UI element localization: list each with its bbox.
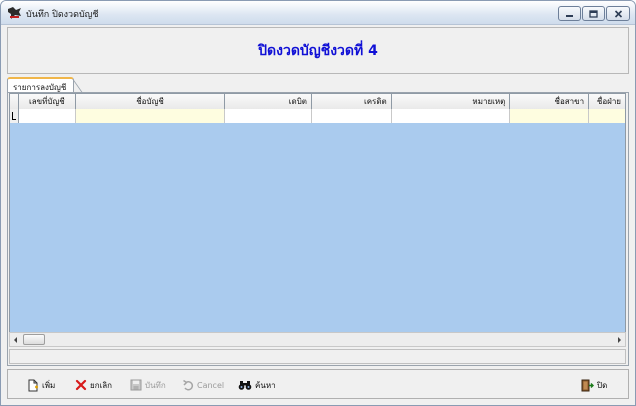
title-bar[interactable]: บันทึก ปิดงวดบัญชี <box>1 1 635 25</box>
close-button[interactable]: ปิด <box>581 377 607 393</box>
cell-remark[interactable] <box>391 109 511 123</box>
column-header-branch-name[interactable]: ชื่อสาขา <box>510 94 590 109</box>
column-header-account-name[interactable]: ชื่อบัญชี <box>75 94 226 109</box>
close-icon <box>614 9 622 18</box>
status-strip <box>9 349 626 364</box>
add-button-label: เพิ่ม <box>42 380 56 390</box>
exit-door-icon <box>581 379 594 391</box>
cell-department-name <box>589 109 625 123</box>
table-row[interactable] <box>10 109 625 123</box>
horizontal-scrollbar[interactable] <box>9 332 626 347</box>
add-button[interactable]: เพิ่ม <box>27 377 55 393</box>
save-disk-icon <box>130 379 142 391</box>
cell-account-name <box>75 109 226 123</box>
cell-branch-name <box>510 109 590 123</box>
delete-x-icon <box>75 379 87 391</box>
form-title: ปิดงวดบัญชีงวดที่ 4 <box>258 43 378 59</box>
current-row-icon <box>12 112 16 120</box>
undo-icon <box>183 379 194 391</box>
minimize-icon <box>566 14 573 17</box>
scroll-thumb[interactable] <box>23 334 45 345</box>
cell-debit[interactable] <box>225 109 313 123</box>
bottom-toolbar: เพิ่ม ยกเลิก บันทึก Cancel ค้นหา ปิด <box>7 369 629 399</box>
maximize-button[interactable] <box>582 6 605 21</box>
scroll-right-icon[interactable] <box>618 337 621 343</box>
cell-credit[interactable] <box>312 109 392 123</box>
maximize-icon <box>589 9 598 18</box>
save-button-label: บันทึก <box>145 380 166 390</box>
cancel-edit-button-label: ยกเลิก <box>90 380 113 390</box>
new-document-icon <box>28 379 38 391</box>
cell-account-no[interactable] <box>18 109 76 123</box>
entries-grid[interactable]: เลขที่บัญชี ชื่อบัญชี เดบิต เครดิต หมายเ… <box>9 93 626 347</box>
scroll-left-icon[interactable] <box>14 337 17 343</box>
main-window: บันทึก ปิดงวดบัญชี ปิดงวดบัญชีงวดที่ 4 ร… <box>0 0 636 406</box>
grid-header-indicator <box>10 94 19 109</box>
header-panel: ปิดงวดบัญชีงวดที่ 4 <box>7 27 629 74</box>
search-button-label: ค้นหา <box>255 380 276 390</box>
grid-header: เลขที่บัญชี ชื่อบัญชี เดบิต เครดิต หมายเ… <box>10 94 625 109</box>
cancel-button[interactable]: Cancel <box>182 377 224 393</box>
column-header-account-no[interactable]: เลขที่บัญชี <box>18 94 76 109</box>
row-indicator <box>10 109 19 123</box>
close-window-button[interactable] <box>606 6 630 21</box>
column-header-department-name[interactable]: ชื่อฝ่าย <box>589 94 625 109</box>
save-button[interactable]: บันทึก <box>130 377 166 393</box>
search-button[interactable]: ค้นหา <box>238 377 276 393</box>
app-icon <box>8 7 21 19</box>
close-button-label: ปิด <box>597 380 608 390</box>
column-header-credit[interactable]: เครดิต <box>312 94 392 109</box>
minimize-button[interactable] <box>558 6 581 21</box>
column-header-debit[interactable]: เดบิต <box>225 94 312 109</box>
cancel-edit-button[interactable]: ยกเลิก <box>75 377 112 393</box>
column-header-remark[interactable]: หมายเหตุ <box>391 94 511 109</box>
binoculars-icon <box>238 381 252 390</box>
cancel-button-label: Cancel <box>197 380 225 390</box>
window-controls <box>558 6 630 21</box>
window-title: บันทึก ปิดงวดบัญชี <box>26 10 99 20</box>
